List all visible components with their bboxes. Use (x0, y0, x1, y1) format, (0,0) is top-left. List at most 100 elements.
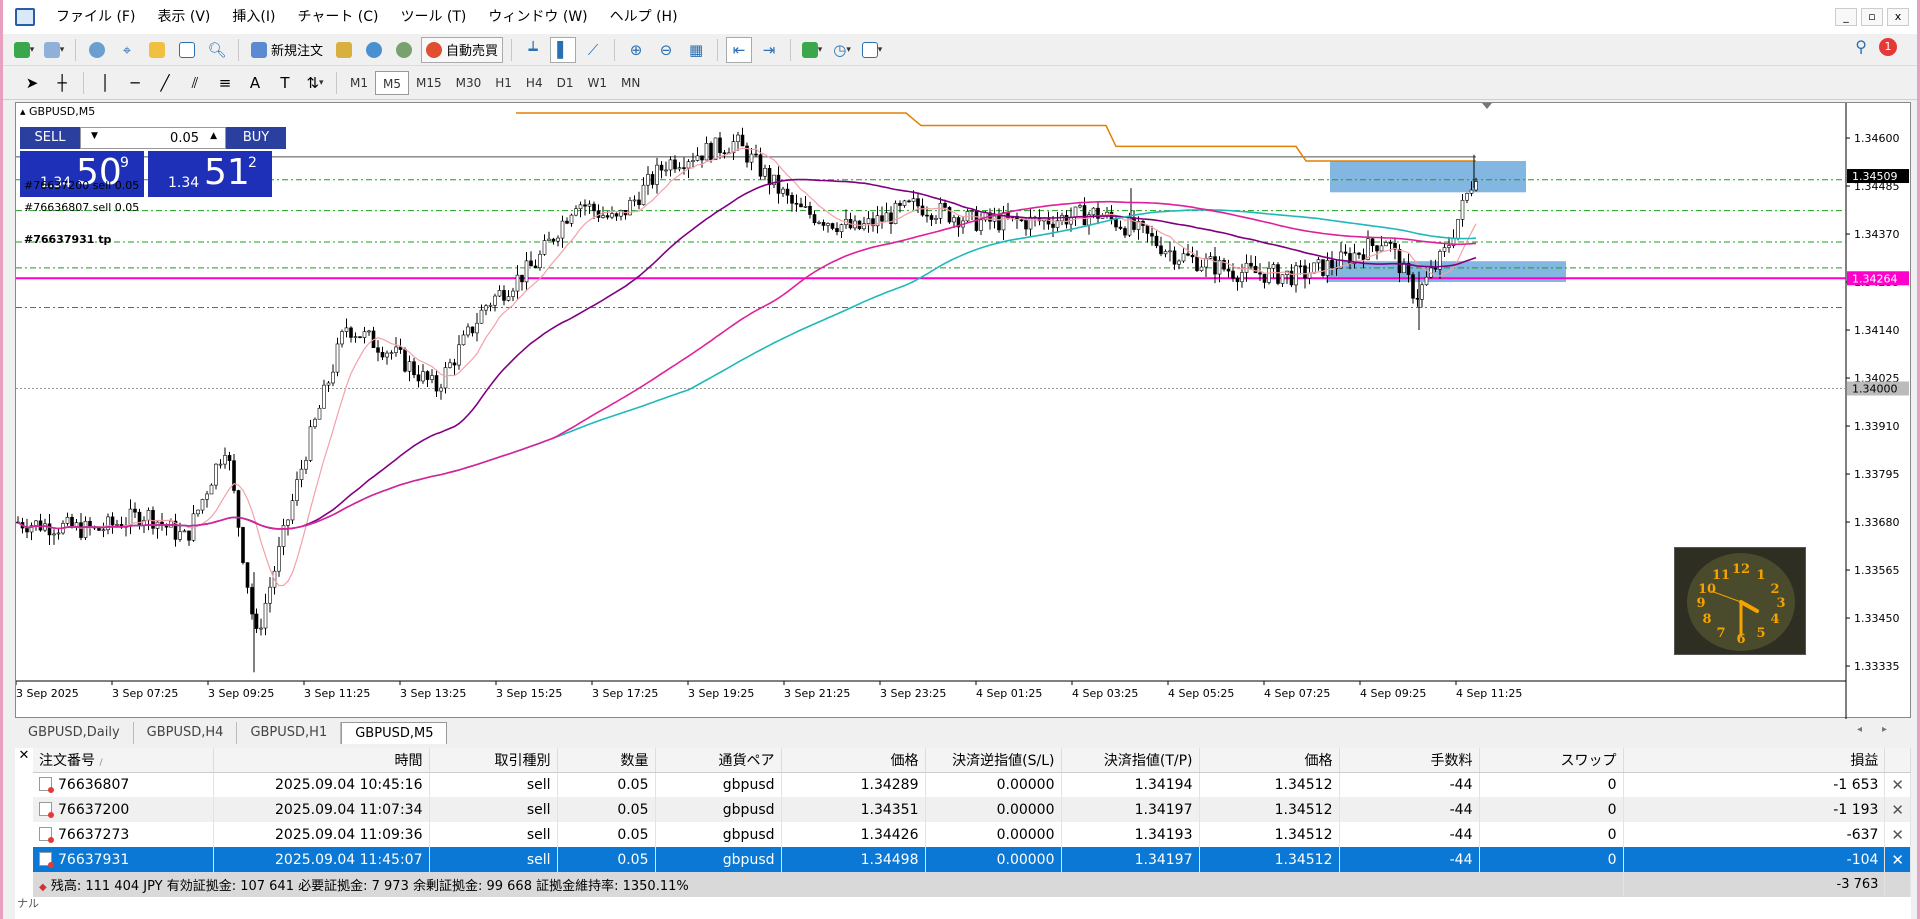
candle-body (1276, 264, 1280, 284)
minimize-button[interactable]: _ (1835, 8, 1857, 26)
close-order-icon[interactable]: ✕ (1884, 797, 1911, 822)
col-symbol[interactable]: 通貨ペア (655, 748, 782, 773)
chevron-down-icon: ▾ (846, 44, 851, 55)
svg-text:7: 7 (1716, 626, 1725, 641)
timeframe-d1[interactable]: D1 (550, 71, 581, 95)
tab-gbpusd-m5[interactable]: GBPUSD,M5 (341, 722, 448, 744)
table-row[interactable]: 76637273 2025.09.04 11:09:36 sell 0.05 g… (33, 822, 1911, 847)
close-order-icon[interactable]: ✕ (1884, 772, 1911, 797)
table-row[interactable]: 76637200 2025.09.04 11:07:34 sell 0.05 g… (33, 797, 1911, 822)
order-type: sell (429, 797, 558, 822)
col-order-number[interactable]: 注文番号 / (33, 748, 214, 773)
timeframe-m1[interactable]: M1 (343, 71, 375, 95)
lot-increase-icon[interactable]: ▲ (210, 131, 217, 141)
col-time[interactable]: 時間 (213, 748, 430, 773)
buy-price-box[interactable]: 1.34 51 2 (148, 151, 272, 197)
candle-body (403, 349, 407, 372)
timeframe-h4[interactable]: H4 (519, 71, 550, 95)
collapse-triangle-icon[interactable]: ▴ (20, 105, 26, 118)
search-icon[interactable]: ⚲ (1855, 37, 1867, 56)
col-volume[interactable]: 数量 (557, 748, 656, 773)
tab-gbpusd-h4[interactable]: GBPUSD,H4 (134, 722, 238, 744)
col-commission[interactable]: 手数料 (1339, 748, 1480, 773)
lot-size-input[interactable]: ▼ 0.05 ▲ (80, 127, 226, 149)
restore-button[interactable]: ▫ (1861, 8, 1883, 26)
close-order-icon[interactable]: ✕ (1884, 822, 1911, 847)
timeframe-mn[interactable]: MN (614, 71, 647, 95)
new-chart-button[interactable]: ▾ (11, 37, 37, 63)
candle-body (308, 426, 313, 461)
templates-button[interactable]: ▾ (859, 37, 885, 63)
text-button[interactable]: A (242, 70, 268, 96)
timeframe-m15[interactable]: M15 (409, 71, 449, 95)
tab-gbpusd-daily[interactable]: GBPUSD,Daily (15, 722, 134, 744)
tab-prev-icon[interactable]: ◂ (1857, 724, 1862, 735)
chart-canvas[interactable]: 1.346001.344851.343701.342551.341401.340… (16, 103, 1912, 719)
menu-chart[interactable]: チャート (C) (286, 0, 389, 34)
table-row[interactable]: 76636807 2025.09.04 10:45:16 sell 0.05 g… (33, 772, 1911, 797)
menu-window[interactable]: ウィンドウ (W) (477, 0, 598, 34)
market-button[interactable] (391, 37, 417, 63)
zoom-out-button[interactable]: ⊖ (653, 37, 679, 63)
fibonacci-button[interactable]: ≡ (212, 70, 238, 96)
new-order-button[interactable]: 新規注文 (247, 37, 327, 63)
tab-next-icon[interactable]: ▸ (1882, 724, 1887, 735)
cursor-button[interactable]: ➤ (19, 70, 45, 96)
tab-gbpusd-h1[interactable]: GBPUSD,H1 (237, 722, 342, 744)
arrows-button[interactable]: ⇅ ▾ (302, 70, 328, 96)
timeframe-h1[interactable]: H1 (488, 71, 519, 95)
col-current-price[interactable]: 価格 (1199, 748, 1340, 773)
auto-trade-button[interactable]: 自動売買 (421, 36, 504, 63)
line-chart-button[interactable]: ⟋ (580, 37, 606, 63)
col-profit[interactable]: 損益 (1623, 748, 1886, 773)
chart-shift-button[interactable]: ⇥ (756, 37, 782, 63)
data-window-button[interactable]: ⌖ (114, 37, 140, 63)
timeframe-w1[interactable]: W1 (580, 71, 614, 95)
signals-button[interactable] (361, 37, 387, 63)
buy-button[interactable]: BUY (226, 127, 286, 149)
autoscroll-button[interactable]: ⇤ (726, 36, 753, 63)
menu-tools[interactable]: ツール (T) (389, 0, 477, 34)
menu-help[interactable]: ヘルプ (H) (599, 0, 689, 34)
trendline-button[interactable]: ╱ (152, 70, 178, 96)
strategy-tester-button[interactable]: 🔍︎ (204, 37, 230, 63)
vertical-line-button[interactable]: │ (92, 70, 118, 96)
horizontal-line-button[interactable]: ─ (122, 70, 148, 96)
crosshair-icon: ⌖ (122, 40, 132, 59)
terminal-button[interactable] (174, 37, 200, 63)
col-tp[interactable]: 決済指値(T/P) (1061, 748, 1200, 773)
tile-windows-button[interactable]: ▦ (683, 37, 709, 63)
candle-body (317, 407, 322, 420)
profiles-button[interactable]: ▾ (41, 37, 67, 63)
indicators-button[interactable]: ▾ (799, 37, 825, 63)
candle-body (1051, 223, 1055, 228)
metaeditor-button[interactable] (331, 37, 357, 63)
crosshair-button[interactable]: ┼ (49, 70, 75, 96)
menu-insert[interactable]: 挿入(I) (221, 0, 286, 34)
text-label-button[interactable]: T (272, 70, 298, 96)
zoom-in-button[interactable]: ⊕ (623, 37, 649, 63)
col-price[interactable]: 価格 (781, 748, 926, 773)
lot-dropdown-icon[interactable]: ▼ (91, 131, 98, 141)
col-type[interactable]: 取引種別 (429, 748, 558, 773)
candlestick-button[interactable]: ▌ (550, 36, 577, 63)
terminal-close-icon[interactable]: ✕ (15, 748, 33, 768)
periods-button[interactable]: ◷ ▾ (829, 37, 855, 63)
notification-badge[interactable]: 1 (1879, 37, 1897, 56)
col-sl[interactable]: 決済逆指値(S/L) (925, 748, 1062, 773)
timeframe-m5[interactable]: M5 (375, 70, 409, 95)
timeframe-m30[interactable]: M30 (449, 71, 489, 95)
candle-body (686, 161, 691, 169)
market-watch-button[interactable] (84, 37, 110, 63)
table-row-selected[interactable]: 76637931 2025.09.04 11:45:07 sell 0.05 g… (33, 847, 1911, 872)
price-chart[interactable]: 1.346001.344851.343701.342551.341401.340… (15, 102, 1912, 719)
col-swap[interactable]: スワップ (1479, 748, 1624, 773)
menu-view[interactable]: 表示 (V) (146, 0, 221, 34)
sell-button[interactable]: SELL (20, 127, 80, 149)
menu-file[interactable]: ファイル (F) (45, 0, 146, 34)
channel-button[interactable]: ⫽ (182, 70, 208, 96)
navigator-button[interactable] (144, 37, 170, 63)
bar-chart-button[interactable]: ┷ (520, 37, 546, 63)
close-order-icon[interactable]: ✕ (1884, 847, 1911, 872)
close-button[interactable]: x (1887, 8, 1909, 26)
